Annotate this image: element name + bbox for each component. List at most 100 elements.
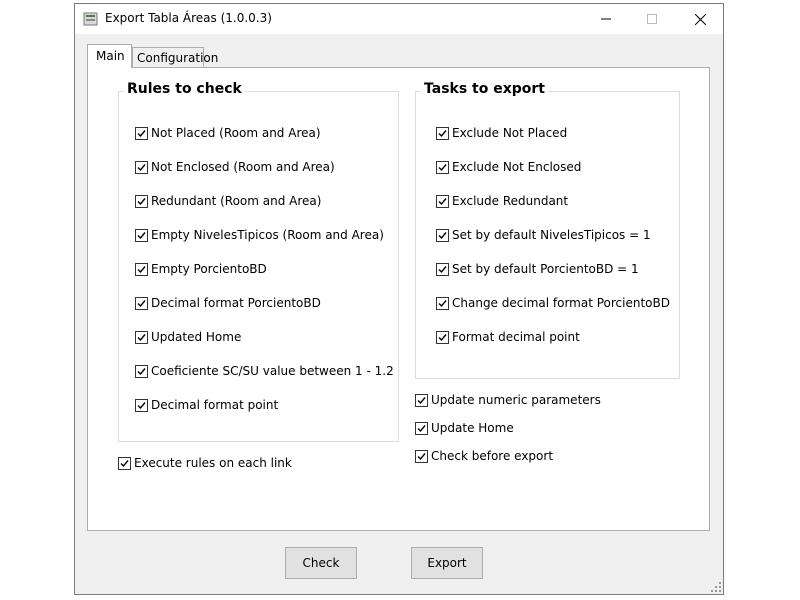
checkbox-label: Exclude Not Placed bbox=[452, 126, 568, 140]
export-button[interactable]: Export bbox=[411, 547, 483, 579]
task-checkbox-exclude-not-enclosed[interactable]: Exclude Not Enclosed bbox=[436, 159, 581, 175]
checkbox-label: Exclude Redundant bbox=[452, 194, 569, 208]
checkmark-icon bbox=[417, 452, 426, 460]
rule-checkbox-not-placed[interactable]: Not Placed (Room and Area) bbox=[135, 125, 321, 141]
checkbox[interactable] bbox=[436, 194, 449, 208]
checkbox[interactable] bbox=[135, 194, 148, 208]
checkmark-icon bbox=[417, 424, 426, 432]
tasks-group-title: Tasks to export bbox=[421, 81, 548, 97]
tab-configuration[interactable]: Configuration bbox=[132, 47, 218, 67]
task-checkbox-format-decimal[interactable]: Format decimal point bbox=[436, 329, 580, 345]
checkbox[interactable] bbox=[135, 262, 148, 276]
close-icon bbox=[694, 13, 706, 25]
checkbox-label: Empty PorcientoBD bbox=[151, 262, 267, 276]
task-checkbox-exclude-redundant[interactable]: Exclude Redundant bbox=[436, 193, 568, 209]
rule-checkbox-decimal-point[interactable]: Decimal format point bbox=[135, 397, 278, 413]
checkbox-label: Coeficiente SC/SU value between 1 - 1.2 bbox=[151, 364, 394, 378]
checkmark-icon bbox=[438, 197, 447, 205]
tasks-group: Tasks to export Exclude Not Placed Exclu… bbox=[415, 81, 680, 379]
rule-checkbox-empty-niveles[interactable]: Empty NivelesTipicos (Room and Area) bbox=[135, 227, 384, 243]
rule-checkbox-coeficiente[interactable]: Coeficiente SC/SU value between 1 - 1.2 bbox=[135, 363, 394, 379]
update-numeric-checkbox[interactable]: Update numeric parameters bbox=[415, 392, 601, 408]
checkbox[interactable] bbox=[436, 160, 449, 174]
close-button[interactable] bbox=[677, 4, 723, 34]
rule-checkbox-updated-home[interactable]: Updated Home bbox=[135, 329, 241, 345]
rule-checkbox-decimal-porciento[interactable]: Decimal format PorcientoBD bbox=[135, 295, 321, 311]
checkbox-label: Empty NivelesTipicos (Room and Area) bbox=[151, 228, 384, 242]
tab-configuration-label: Configuration bbox=[137, 51, 219, 65]
checkbox-label: Set by default NivelesTipicos = 1 bbox=[452, 228, 651, 242]
task-checkbox-default-porciento[interactable]: Set by default PorcientoBD = 1 bbox=[436, 261, 639, 277]
task-checkbox-default-niveles[interactable]: Set by default NivelesTipicos = 1 bbox=[436, 227, 651, 243]
checkbox[interactable] bbox=[415, 393, 428, 407]
checkbox[interactable] bbox=[436, 296, 449, 310]
minimize-button[interactable] bbox=[583, 4, 629, 34]
export-window: Export Tabla Áreas (1.0.0.3) Configurati… bbox=[74, 3, 724, 595]
execute-each-link-checkbox[interactable]: Execute rules on each link bbox=[118, 455, 292, 471]
checkbox-label: Update numeric parameters bbox=[431, 393, 601, 407]
resize-grip-icon[interactable] bbox=[711, 582, 721, 592]
checkbox-label: Check before export bbox=[431, 449, 554, 463]
checkmark-icon bbox=[438, 129, 447, 137]
tab-main[interactable]: Main bbox=[87, 44, 132, 68]
checkbox-label: Update Home bbox=[431, 421, 514, 435]
checkmark-icon bbox=[417, 396, 426, 404]
checkmark-icon bbox=[137, 333, 146, 341]
check-button[interactable]: Check bbox=[285, 547, 357, 579]
maximize-icon bbox=[647, 14, 657, 24]
checkbox[interactable] bbox=[436, 330, 449, 344]
checkmark-icon bbox=[137, 367, 146, 375]
checkbox[interactable] bbox=[135, 296, 148, 310]
checkbox[interactable] bbox=[135, 126, 148, 140]
checkmark-icon bbox=[137, 231, 146, 239]
checkmark-icon bbox=[438, 265, 447, 273]
checkmark-icon bbox=[137, 401, 146, 409]
maximize-button[interactable] bbox=[629, 4, 675, 34]
checkbox[interactable] bbox=[118, 456, 131, 470]
checkbox-label: Set by default PorcientoBD = 1 bbox=[452, 262, 639, 276]
checkbox-label: Change decimal format PorcientoBD bbox=[452, 296, 670, 310]
checkmark-icon bbox=[137, 163, 146, 171]
checkbox-label: Decimal format PorcientoBD bbox=[151, 296, 321, 310]
checkbox-label: Not Enclosed (Room and Area) bbox=[151, 160, 335, 174]
checkbox-label: Updated Home bbox=[151, 330, 242, 344]
checkmark-icon bbox=[137, 299, 146, 307]
rule-checkbox-empty-porciento[interactable]: Empty PorcientoBD bbox=[135, 261, 267, 277]
checkbox[interactable] bbox=[135, 398, 148, 412]
check-before-export-checkbox[interactable]: Check before export bbox=[415, 448, 553, 464]
tab-main-label: Main bbox=[96, 49, 125, 63]
checkbox-label: Execute rules on each link bbox=[134, 456, 292, 470]
update-home-checkbox[interactable]: Update Home bbox=[415, 420, 514, 436]
checkbox-label: Not Placed (Room and Area) bbox=[151, 126, 321, 140]
checkmark-icon bbox=[137, 265, 146, 273]
rules-group: Rules to check Not Placed (Room and Area… bbox=[118, 81, 399, 442]
checkbox-label: Redundant (Room and Area) bbox=[151, 194, 322, 208]
checkmark-icon bbox=[438, 333, 447, 341]
app-icon bbox=[83, 12, 98, 26]
checkbox[interactable] bbox=[135, 330, 148, 344]
checkbox-label: Exclude Not Enclosed bbox=[452, 160, 582, 174]
checkmark-icon bbox=[120, 459, 129, 467]
task-checkbox-exclude-not-placed[interactable]: Exclude Not Placed bbox=[436, 125, 567, 141]
minimize-icon bbox=[601, 18, 611, 20]
task-checkbox-change-decimal[interactable]: Change decimal format PorcientoBD bbox=[436, 295, 670, 311]
checkbox[interactable] bbox=[436, 262, 449, 276]
rule-checkbox-not-enclosed[interactable]: Not Enclosed (Room and Area) bbox=[135, 159, 335, 175]
checkbox[interactable] bbox=[415, 421, 428, 435]
title-bar[interactable]: Export Tabla Áreas (1.0.0.3) bbox=[75, 4, 723, 34]
checkbox[interactable] bbox=[135, 228, 148, 242]
checkbox[interactable] bbox=[436, 228, 449, 242]
checkbox[interactable] bbox=[135, 364, 148, 378]
checkmark-icon bbox=[438, 163, 447, 171]
checkmark-icon bbox=[137, 129, 146, 137]
rules-group-title: Rules to check bbox=[124, 81, 245, 97]
checkbox[interactable] bbox=[415, 449, 428, 463]
checkbox-label: Decimal format point bbox=[151, 398, 279, 412]
checkmark-icon bbox=[438, 299, 447, 307]
checkbox-label: Format decimal point bbox=[452, 330, 580, 344]
main-tab-panel: Rules to check Not Placed (Room and Area… bbox=[87, 67, 710, 531]
checkmark-icon bbox=[137, 197, 146, 205]
rule-checkbox-redundant[interactable]: Redundant (Room and Area) bbox=[135, 193, 321, 209]
checkbox[interactable] bbox=[135, 160, 148, 174]
checkbox[interactable] bbox=[436, 126, 449, 140]
